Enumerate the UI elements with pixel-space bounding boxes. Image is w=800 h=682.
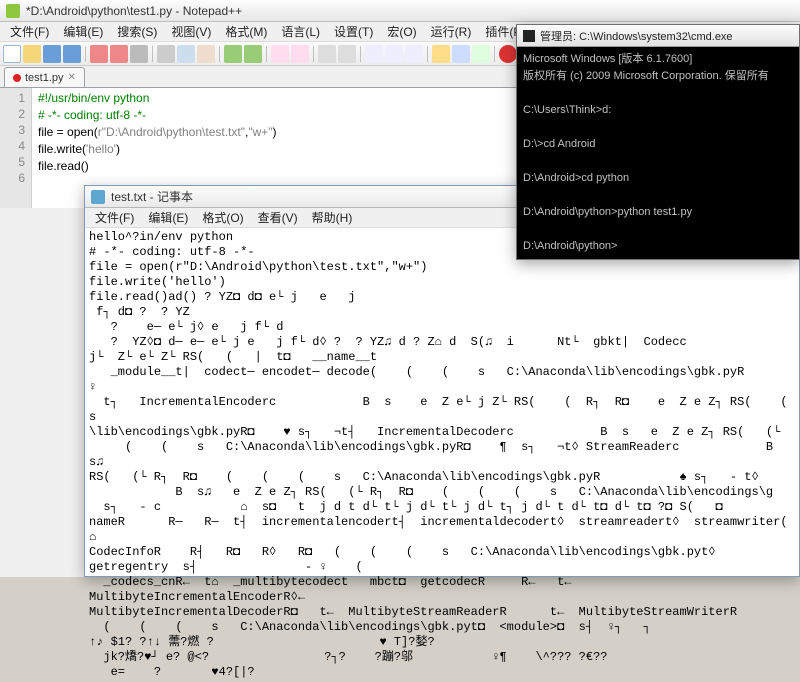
tab-test1py[interactable]: test1.py ✕ bbox=[4, 67, 85, 87]
cmd-line: 版权所有 (c) 2009 Microsoft Corporation. 保留所… bbox=[523, 70, 769, 82]
unsaved-dot-icon bbox=[13, 74, 21, 82]
print-icon[interactable] bbox=[130, 45, 148, 63]
folder-icon[interactable] bbox=[432, 45, 450, 63]
close-icon[interactable] bbox=[90, 45, 108, 63]
record-macro-icon[interactable] bbox=[499, 45, 517, 63]
close-all-icon[interactable] bbox=[110, 45, 128, 63]
menu-language[interactable]: 语言(L) bbox=[275, 22, 326, 41]
tab-close-icon[interactable]: ✕ bbox=[68, 72, 76, 83]
menu-file[interactable]: 文件(F) bbox=[4, 22, 55, 41]
save-icon[interactable] bbox=[43, 45, 61, 63]
menu-macro[interactable]: 宏(O) bbox=[381, 22, 422, 41]
notepad-icon bbox=[91, 190, 105, 204]
menu-search[interactable]: 搜索(S) bbox=[111, 22, 163, 41]
replace-icon[interactable] bbox=[291, 45, 309, 63]
separator bbox=[152, 46, 153, 62]
notepad-title-text: test.txt - 记事本 bbox=[111, 188, 193, 205]
cmd-title-text: 管理员: C:\Windows\system32\cmd.exe bbox=[540, 28, 733, 44]
cmd-titlebar[interactable]: 管理员: C:\Windows\system32\cmd.exe bbox=[517, 25, 799, 47]
separator bbox=[427, 46, 428, 62]
function-icon[interactable] bbox=[472, 45, 490, 63]
menu-view[interactable]: 视图(V) bbox=[165, 22, 217, 41]
zoom-in-icon[interactable] bbox=[318, 45, 336, 63]
indent-icon[interactable] bbox=[405, 45, 423, 63]
separator bbox=[219, 46, 220, 62]
allchars-icon[interactable] bbox=[385, 45, 403, 63]
np-menu-edit[interactable]: 编辑(E) bbox=[142, 208, 194, 227]
paste-icon[interactable] bbox=[197, 45, 215, 63]
notepad-textarea[interactable]: hello^?in/env python # -*- coding: utf-8… bbox=[85, 228, 799, 682]
cmd-line: Microsoft Windows [版本 6.1.7600] bbox=[523, 53, 692, 65]
tab-label: test1.py bbox=[25, 72, 64, 84]
separator bbox=[360, 46, 361, 62]
undo-icon[interactable] bbox=[224, 45, 242, 63]
separator bbox=[85, 46, 86, 62]
open-file-icon[interactable] bbox=[23, 45, 41, 63]
code-line: file.write('hello') bbox=[38, 142, 120, 156]
redo-icon[interactable] bbox=[244, 45, 262, 63]
cmd-line: D:\Android>cd python bbox=[523, 172, 629, 184]
cut-icon[interactable] bbox=[157, 45, 175, 63]
separator bbox=[494, 46, 495, 62]
menu-settings[interactable]: 设置(T) bbox=[328, 22, 379, 41]
menu-format[interactable]: 格式(M) bbox=[219, 22, 273, 41]
copy-icon[interactable] bbox=[177, 45, 195, 63]
cmd-line: D:\>cd Android bbox=[523, 138, 595, 150]
cmd-line: D:\Android\python> bbox=[523, 240, 617, 252]
wordwrap-icon[interactable] bbox=[365, 45, 383, 63]
code-line: file = open(r"D:\Android\python\test.txt… bbox=[38, 125, 277, 139]
doc-icon[interactable] bbox=[452, 45, 470, 63]
menu-edit[interactable]: 编辑(E) bbox=[57, 22, 109, 41]
cmd-output[interactable]: Microsoft Windows [版本 6.1.7600] 版权所有 (c)… bbox=[517, 47, 799, 259]
new-file-icon[interactable] bbox=[3, 45, 21, 63]
find-icon[interactable] bbox=[271, 45, 289, 63]
code-line: #!/usr/bin/env python bbox=[38, 91, 149, 105]
npp-titlebar[interactable]: *D:\Android\python\test1.py - Notepad++ bbox=[0, 0, 800, 22]
menu-run[interactable]: 运行(R) bbox=[425, 22, 478, 41]
np-menu-view[interactable]: 查看(V) bbox=[252, 208, 304, 227]
cmd-window[interactable]: 管理员: C:\Windows\system32\cmd.exe Microso… bbox=[516, 24, 800, 260]
np-menu-file[interactable]: 文件(F) bbox=[89, 208, 140, 227]
np-menu-help[interactable]: 帮助(H) bbox=[306, 208, 359, 227]
cmd-line: C:\Users\Think>d: bbox=[523, 104, 611, 116]
code-line: # -*- coding: utf-8 -*- bbox=[38, 108, 146, 122]
code-line: file.read() bbox=[38, 159, 89, 173]
notepadpp-icon bbox=[6, 4, 20, 18]
line-gutter: 1 2 3 4 5 6 bbox=[0, 88, 32, 208]
npp-title-text: *D:\Android\python\test1.py - Notepad++ bbox=[26, 4, 242, 18]
np-menu-format[interactable]: 格式(O) bbox=[196, 208, 249, 227]
separator bbox=[313, 46, 314, 62]
cmd-line: D:\Android\python>python test1.py bbox=[523, 206, 692, 218]
cmd-icon bbox=[523, 30, 535, 42]
zoom-out-icon[interactable] bbox=[338, 45, 356, 63]
save-all-icon[interactable] bbox=[63, 45, 81, 63]
separator bbox=[266, 46, 267, 62]
